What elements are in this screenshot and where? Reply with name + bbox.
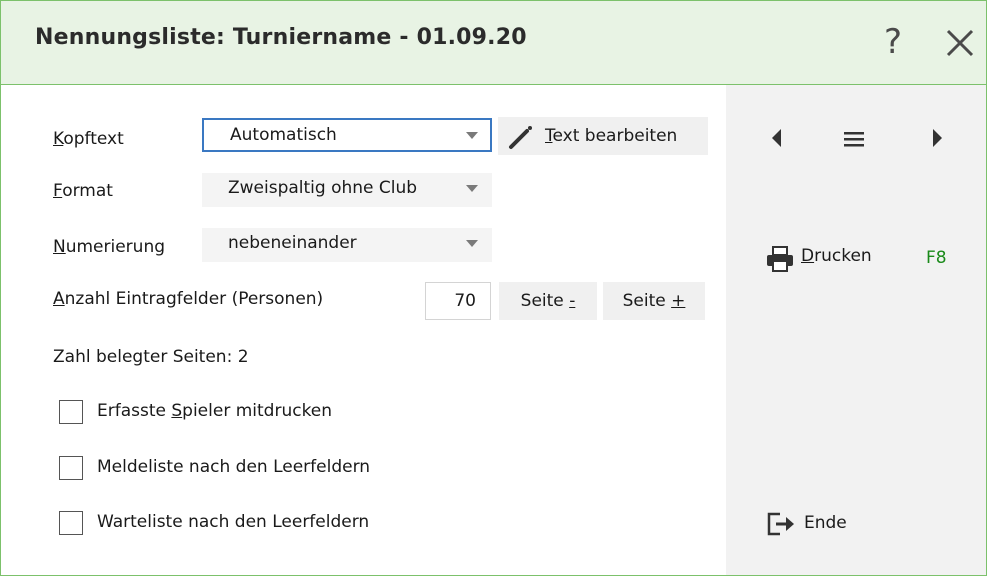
text-bearbeiten-button[interactable]: Text bearbeiten (498, 117, 708, 155)
warteliste-checkbox[interactable] (59, 511, 83, 535)
format-value: Zweispaltig ohne Club (228, 178, 418, 198)
warteliste-label[interactable]: Warteliste nach den Leerfeldern (97, 512, 369, 532)
next-button[interactable] (929, 127, 945, 153)
numerierung-label: Numerierung (53, 237, 166, 257)
meldeliste-checkbox[interactable] (59, 456, 83, 480)
prev-button[interactable] (769, 127, 785, 153)
menu-icon (844, 132, 864, 147)
ende-button[interactable]: Ende (766, 509, 876, 539)
pencil-icon (509, 126, 532, 149)
drucken-button[interactable]: Drucken (766, 244, 886, 274)
numerierung-value: nebeneinander (228, 233, 357, 253)
spieler-mitdrucken-checkbox[interactable] (59, 400, 83, 424)
side-panel (726, 85, 986, 575)
anzahl-label: Anzahl Eintragfelder (Personen) (53, 289, 324, 309)
triangle-right-icon (933, 129, 942, 147)
close-icon (946, 29, 974, 57)
list-button[interactable] (841, 129, 867, 153)
spieler-mitdrucken-label[interactable]: Erfasste Spieler mitdrucken (97, 401, 332, 421)
ende-label: Ende (804, 513, 847, 533)
printer-icon (767, 246, 793, 272)
seite-minus-button[interactable]: Seite - (499, 282, 597, 320)
dialog-window: Nennungsliste: Turniername - 01.09.20 ? … (0, 0, 987, 576)
seite-plus-button[interactable]: Seite + (603, 282, 705, 320)
text-bearbeiten-label: Text bearbeiten (545, 126, 678, 146)
triangle-left-icon (772, 129, 781, 147)
meldeliste-label[interactable]: Meldeliste nach den Leerfeldern (97, 457, 370, 477)
title-bar: Nennungsliste: Turniername - 01.09.20 ? (1, 1, 986, 85)
chevron-down-icon (466, 185, 478, 192)
chevron-down-icon (466, 240, 478, 247)
numerierung-dropdown[interactable]: nebeneinander (202, 228, 492, 262)
belegte-seiten-text: Zahl belegter Seiten: 2 (53, 347, 249, 367)
anzahl-input[interactable]: 70 (425, 282, 491, 320)
drucken-shortcut: F8 (926, 248, 947, 268)
close-button[interactable] (937, 17, 981, 67)
help-button[interactable]: ? (873, 17, 913, 67)
format-label: Format (53, 181, 113, 201)
kopftext-value: Automatisch (230, 125, 337, 145)
exit-icon (767, 512, 794, 536)
window-title: Nennungsliste: Turniername - 01.09.20 (35, 25, 527, 50)
kopftext-label: Kopftext (53, 129, 124, 149)
chevron-down-icon (466, 132, 478, 139)
kopftext-dropdown[interactable]: Automatisch (202, 118, 492, 152)
format-dropdown[interactable]: Zweispaltig ohne Club (202, 173, 492, 207)
drucken-label: Drucken (801, 246, 872, 266)
